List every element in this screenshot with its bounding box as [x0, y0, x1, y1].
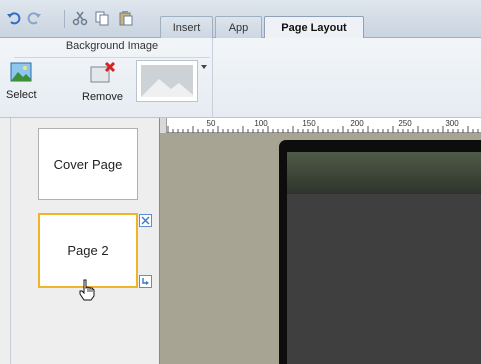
background-image-preview[interactable]: [136, 60, 198, 102]
remove-button[interactable]: Remove: [82, 62, 123, 103]
device-screen[interactable]: [287, 194, 481, 364]
chevron-down-icon[interactable]: [200, 65, 208, 73]
image-icon: [10, 62, 32, 82]
close-icon[interactable]: [139, 214, 152, 227]
screen-header-area: [287, 152, 481, 194]
remove-button-label: Remove: [82, 91, 123, 103]
page-thumbnail-label: Cover Page: [53, 156, 123, 172]
move-page-icon[interactable]: [139, 275, 152, 288]
title-tab-bar: Insert App Page Layout: [0, 0, 481, 39]
tab-insert-label: Insert: [172, 21, 201, 34]
select-button-label: Select: [6, 89, 37, 101]
page-thumbnail-page-2[interactable]: Page 2: [38, 213, 138, 288]
tab-app[interactable]: App: [215, 16, 262, 38]
toolbar-separator: [64, 10, 65, 28]
tab-page-layout[interactable]: Page Layout: [264, 16, 364, 39]
page-thumbnail-label: Page 2: [67, 243, 109, 258]
page-thumbnail-cover[interactable]: Cover Page: [38, 128, 138, 200]
cut-icon[interactable]: [72, 10, 88, 26]
undo-icon[interactable]: [6, 10, 22, 26]
ruler-corner: [160, 118, 167, 133]
copy-icon[interactable]: [94, 10, 110, 26]
select-button[interactable]: Select: [6, 62, 37, 101]
horizontal-ruler: 50 100 150 200 250 300: [160, 118, 481, 133]
placeholder-image-icon: [141, 65, 193, 97]
ribbon-group-separator: [212, 38, 213, 118]
tab-insert[interactable]: Insert: [160, 16, 213, 38]
tab-page-layout-label: Page Layout: [281, 22, 347, 34]
panel-divider: [10, 118, 11, 364]
ribbon: Background Image Select Remove: [0, 38, 481, 118]
remove-image-icon: [90, 62, 116, 83]
paste-icon[interactable]: [118, 10, 134, 26]
hand-cursor-icon: [79, 279, 95, 301]
tab-app-label: App: [228, 21, 249, 34]
ribbon-group-title: Background Image: [14, 40, 210, 58]
redo-icon[interactable]: [26, 10, 42, 26]
ruler-ticks: [167, 126, 479, 133]
